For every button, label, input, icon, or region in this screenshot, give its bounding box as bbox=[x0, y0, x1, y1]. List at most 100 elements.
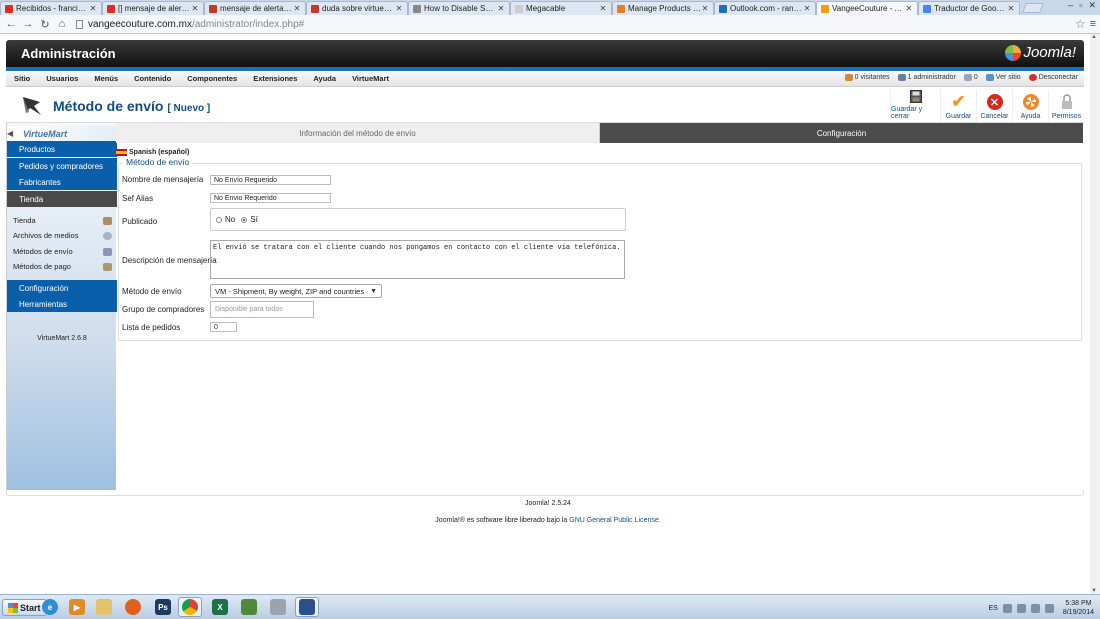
maximize-icon[interactable]: ▫ bbox=[1079, 0, 1082, 11]
tab-close-icon[interactable]: ✕ bbox=[1007, 4, 1015, 13]
flag-icon[interactable] bbox=[1016, 603, 1026, 613]
scroll-up-icon[interactable]: ▲ bbox=[1091, 34, 1097, 40]
view-site-link[interactable]: Ver sitio bbox=[985, 74, 1021, 81]
back-icon[interactable]: ← bbox=[4, 18, 18, 30]
save-label: Guardar bbox=[945, 113, 972, 120]
tab-shipping-info[interactable]: Información del método de envío bbox=[116, 123, 600, 143]
browser-tab[interactable]: [] mensaje de alerta al m✕ bbox=[102, 1, 204, 15]
tab-close-icon[interactable]: ✕ bbox=[701, 4, 709, 13]
taskbar-tools[interactable] bbox=[266, 597, 290, 617]
windows-taskbar: Start e ▶ Ps X ES 5:38 PM 8/19/2014 bbox=[0, 594, 1100, 619]
browser-menu-icon[interactable]: ≡ bbox=[1090, 18, 1096, 30]
tab-close-icon[interactable]: ✕ bbox=[395, 4, 403, 13]
tab-close-icon[interactable]: ✕ bbox=[497, 4, 505, 13]
browser-tab[interactable]: Outlook.com - randall ✕ bbox=[714, 1, 816, 15]
taskbar-ie[interactable]: e bbox=[38, 597, 62, 617]
sidebar-fabricantes[interactable]: Fabricantes bbox=[7, 174, 117, 190]
cancel-button[interactable]: ✕ Cancelar bbox=[976, 90, 1012, 122]
help-button[interactable]: Ayuda bbox=[1012, 90, 1048, 122]
permissions-button[interactable]: Permisos bbox=[1048, 90, 1084, 122]
taskbar-photoshop[interactable]: Ps bbox=[151, 597, 175, 617]
shipping-method-select[interactable]: VM - Shipment, By weight, ZIP and countr… bbox=[210, 284, 382, 298]
admin-status: 0 visitantes 1 administrador 0 Ver sitio… bbox=[844, 74, 1078, 81]
browser-tab[interactable]: Manage Products / Cat✕ bbox=[612, 1, 714, 15]
sidebar-pedidos[interactable]: Pedidos y compradores bbox=[7, 158, 117, 174]
browser-tab[interactable]: Megacable ✕ bbox=[510, 1, 612, 15]
save-close-button[interactable]: Guardar y cerrar bbox=[890, 90, 940, 122]
taskbar-project[interactable] bbox=[237, 597, 261, 617]
home-icon[interactable]: ⌂ bbox=[55, 18, 69, 30]
taskbar-chrome[interactable] bbox=[178, 597, 202, 617]
tray-expand-icon[interactable] bbox=[1002, 603, 1012, 613]
messages-status[interactable]: 0 bbox=[963, 74, 978, 81]
shopper-group-input[interactable]: Disponible para todos bbox=[210, 301, 314, 318]
browser-tabstrip: Recibidos - francisco.lu✕[] mensaje de a… bbox=[0, 0, 1100, 15]
save-button[interactable]: ✔ Guardar bbox=[940, 90, 976, 122]
windows-logo-icon bbox=[8, 602, 18, 613]
page-title: Método de envío[ Nuevo ] bbox=[53, 98, 210, 114]
bookmark-star-icon[interactable]: ☆ bbox=[1075, 17, 1086, 31]
sidebar-tienda[interactable]: Tienda bbox=[7, 191, 117, 207]
menu-menus[interactable]: Menús bbox=[86, 74, 126, 83]
sidebar-item-shipping[interactable]: Métodos de envío bbox=[7, 244, 117, 259]
logout-link[interactable]: Desconectar bbox=[1028, 74, 1078, 81]
menu-sitio[interactable]: Sitio bbox=[6, 74, 38, 83]
description-textarea[interactable]: El envió se tratara con el cliente cuand… bbox=[210, 240, 625, 279]
tab-close-icon[interactable]: ✕ bbox=[191, 4, 199, 13]
collapse-sidebar-icon[interactable]: ◀ bbox=[7, 129, 13, 138]
sidebar-item-tienda[interactable]: Tienda bbox=[7, 213, 117, 228]
browser-tab[interactable]: VangeeCouture - Admi ✕ bbox=[816, 1, 918, 15]
sidebar-configuracion[interactable]: Configuración bbox=[7, 280, 117, 296]
tools-icon bbox=[270, 599, 286, 615]
browser-tab[interactable]: duda sobre virtuemart ✕ bbox=[306, 1, 408, 15]
network-icon[interactable] bbox=[1030, 603, 1040, 613]
vertical-scrollbar[interactable]: ▲ ▼ bbox=[1090, 34, 1100, 594]
menu-virtuemart[interactable]: VirtueMart bbox=[344, 74, 397, 83]
sidebar-herramientas[interactable]: Herramientas bbox=[7, 296, 117, 312]
browser-tab[interactable]: mensaje de alerta al m ✕ bbox=[204, 1, 306, 15]
license-link[interactable]: GNU General Public License. bbox=[569, 517, 660, 524]
reload-icon[interactable]: ↻ bbox=[38, 18, 52, 31]
alias-input[interactable]: No Envio Requerido bbox=[210, 193, 331, 203]
system-clock[interactable]: 5:38 PM 8/19/2014 bbox=[1063, 599, 1094, 617]
taskbar-firefox[interactable] bbox=[121, 597, 145, 617]
forward-icon[interactable]: → bbox=[21, 18, 35, 30]
tab-close-icon[interactable]: ✕ bbox=[905, 4, 913, 13]
taskbar-explorer[interactable] bbox=[92, 597, 116, 617]
tab-close-icon[interactable]: ✕ bbox=[599, 4, 607, 13]
taskbar-excel[interactable]: X bbox=[208, 597, 232, 617]
taskbar-remote[interactable] bbox=[295, 597, 319, 617]
folder-icon bbox=[96, 599, 112, 615]
sidebar-productos[interactable]: Productos bbox=[7, 141, 117, 157]
browser-tab[interactable]: How to Disable Shippin✕ bbox=[408, 1, 510, 15]
sidebar-item-payment[interactable]: Métodos de pago bbox=[7, 259, 117, 274]
volume-icon[interactable] bbox=[1044, 603, 1054, 613]
tab-configuration[interactable]: Configuración bbox=[600, 123, 1083, 143]
published-yes-radio[interactable] bbox=[241, 216, 248, 223]
name-input[interactable]: No Envío Requerido bbox=[210, 175, 331, 185]
published-yes-label: Sí bbox=[250, 215, 258, 224]
menu-contenido[interactable]: Contenido bbox=[126, 74, 179, 83]
browser-tab[interactable]: Traductor de Google ✕ bbox=[918, 1, 1020, 15]
tab-close-icon[interactable]: ✕ bbox=[293, 4, 301, 13]
new-tab-button[interactable] bbox=[1022, 3, 1044, 13]
admins-status: 1 administrador bbox=[897, 74, 956, 81]
name-label: Nombre de mensajería bbox=[122, 175, 204, 184]
url-field[interactable]: vangeecouture.com.mx/administrator/index… bbox=[76, 17, 1075, 31]
order-input[interactable]: 0 bbox=[210, 322, 237, 332]
taskbar-media[interactable]: ▶ bbox=[65, 597, 89, 617]
sidebar-item-media[interactable]: Archivos de medios bbox=[7, 228, 117, 243]
published-no-radio[interactable] bbox=[216, 216, 222, 223]
menu-componentes[interactable]: Componentes bbox=[179, 74, 245, 83]
sidebar-item-label: Archivos de medios bbox=[13, 231, 79, 240]
tab-close-icon[interactable]: ✕ bbox=[803, 4, 811, 13]
tab-label: Megacable bbox=[526, 4, 566, 13]
minimize-icon[interactable]: – bbox=[1068, 0, 1073, 11]
browser-tab[interactable]: Recibidos - francisco.lu✕ bbox=[0, 1, 102, 15]
tab-close-icon[interactable]: ✕ bbox=[89, 4, 97, 13]
menu-extensiones[interactable]: Extensiones bbox=[245, 74, 305, 83]
language-indicator-tray[interactable]: ES bbox=[989, 605, 998, 612]
menu-usuarios[interactable]: Usuarios bbox=[38, 74, 86, 83]
menu-ayuda[interactable]: Ayuda bbox=[305, 74, 344, 83]
close-window-icon[interactable]: ✕ bbox=[1088, 0, 1096, 11]
